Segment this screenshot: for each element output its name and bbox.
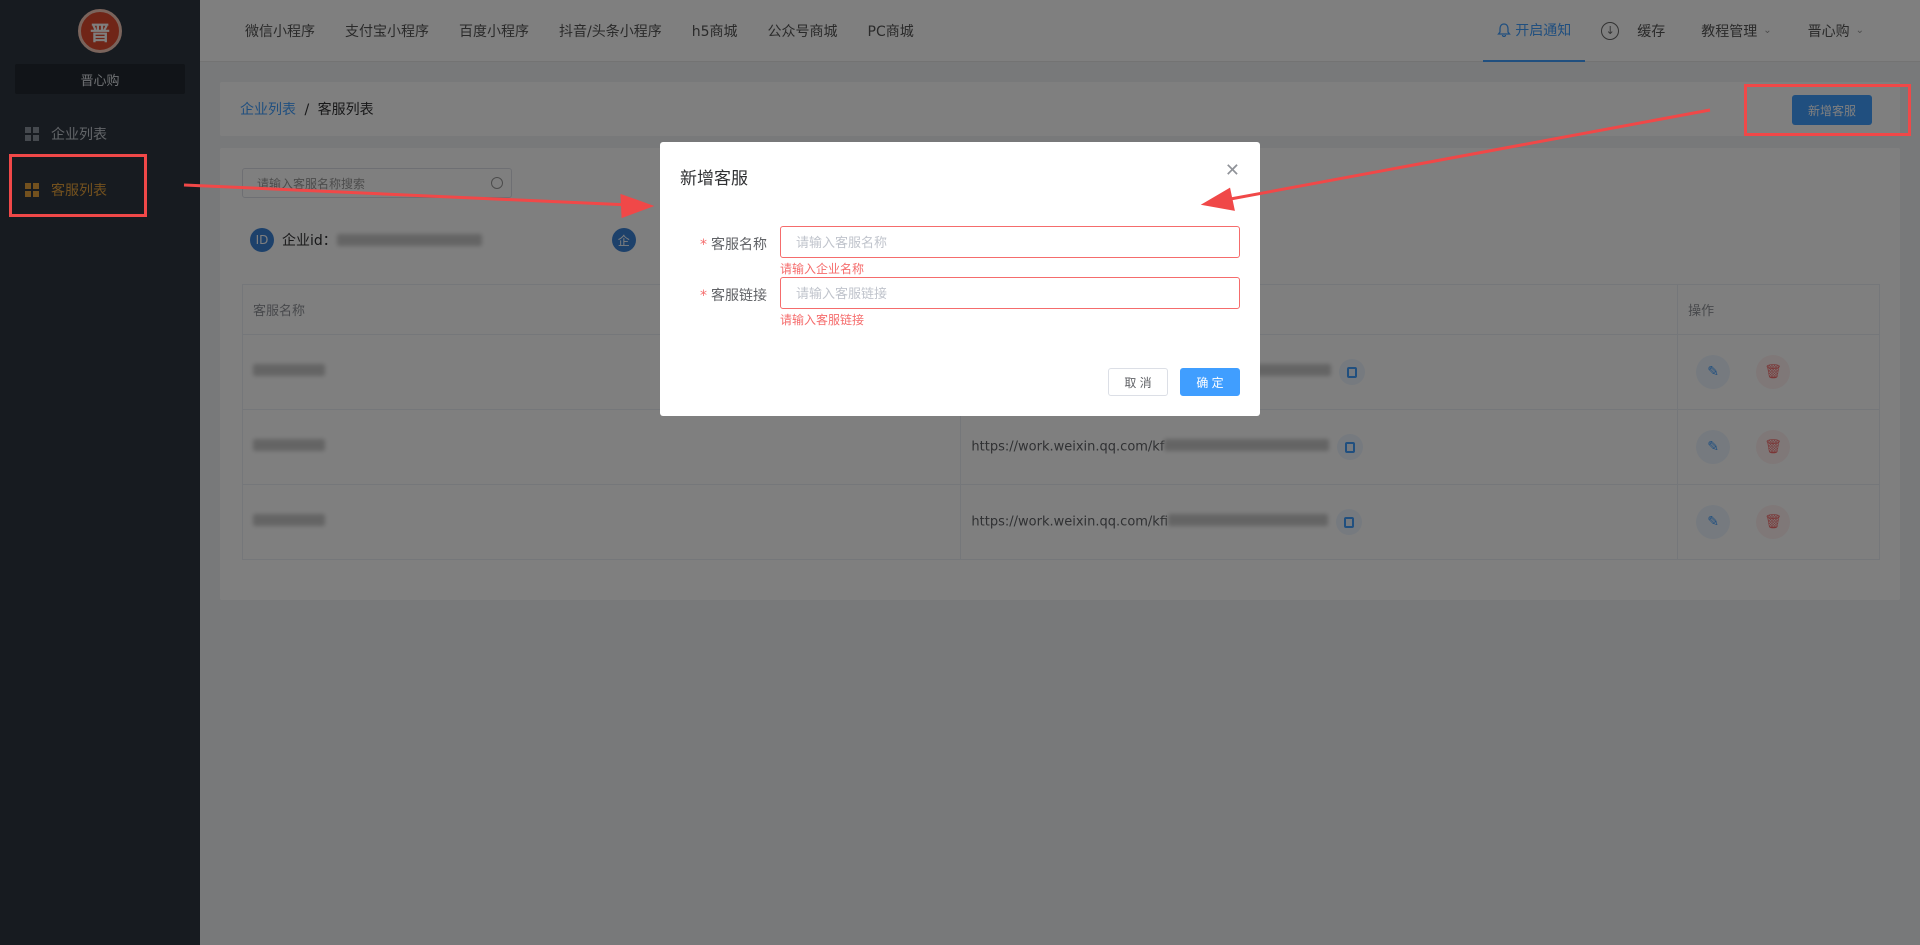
service-link-label: * 客服链接 [700,288,767,304]
service-name-input[interactable] [780,226,1240,258]
add-service-dialog: 新增客服 ✕ *客服名称 请输入企业名称 *客服链接 请输入客服链接 取 消 确… [660,142,1260,416]
dialog-title: 新增客服 [680,169,748,189]
service-name-error: 请输入企业名称 [780,262,865,276]
service-link-input[interactable] [780,277,1240,309]
confirm-button[interactable]: 确 定 [1180,368,1240,396]
service-name-label: * 客服名称 [700,237,767,253]
close-icon[interactable]: ✕ [1225,160,1240,181]
required-mark: * [700,237,707,253]
annotation-box-add-button [1744,84,1911,136]
cancel-button[interactable]: 取 消 [1108,368,1168,396]
required-mark: * [700,288,707,304]
service-link-error: 请输入客服链接 [780,313,865,327]
annotation-box-sidebar [9,154,147,217]
